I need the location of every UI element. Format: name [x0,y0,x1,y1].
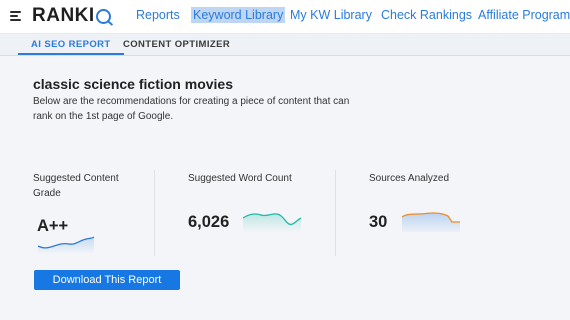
nav-link-affiliate-program[interactable]: Affiliate Program [476,7,570,23]
top-navbar: RANKI Reports Keyword Library My KW Libr… [0,0,570,34]
sources-value: 30 [369,213,388,231]
report-keyword-title: classic science fiction movies [33,76,233,92]
grade-label: Suggested Content Grade [33,173,119,199]
stat-divider [154,170,155,256]
download-report-button[interactable]: Download This Report [34,270,180,290]
nav-link-reports[interactable]: Reports [134,7,182,23]
word-count-label: Suggested Word Count [188,173,292,184]
logo-q-mark-icon [95,8,111,24]
nav-link-keyword-library[interactable]: Keyword Library [191,7,286,23]
tab-content-optimizer[interactable]: CONTENT OPTIMIZER [123,34,230,55]
nav-link-check-rankings[interactable]: Check Rankings [379,7,474,23]
menu-icon[interactable] [10,10,21,21]
sources-label: Sources Analyzed [369,173,450,184]
report-tabs: AI SEO REPORT CONTENT OPTIMIZER [0,34,570,56]
tab-ai-seo-report[interactable]: AI SEO REPORT [18,34,124,55]
report-description: Below are the recommendations for creati… [33,96,350,122]
grade-sparkline [38,236,95,254]
logo-text: RANKI [32,5,95,26]
word-count-value: 6,026 [188,213,230,231]
word-count-sparkline [243,213,302,232]
rankiq-logo[interactable]: RANKI [32,5,111,26]
sources-sparkline [402,212,460,232]
stat-divider [335,170,336,256]
nav-link-my-kw-library[interactable]: My KW Library [288,7,374,23]
